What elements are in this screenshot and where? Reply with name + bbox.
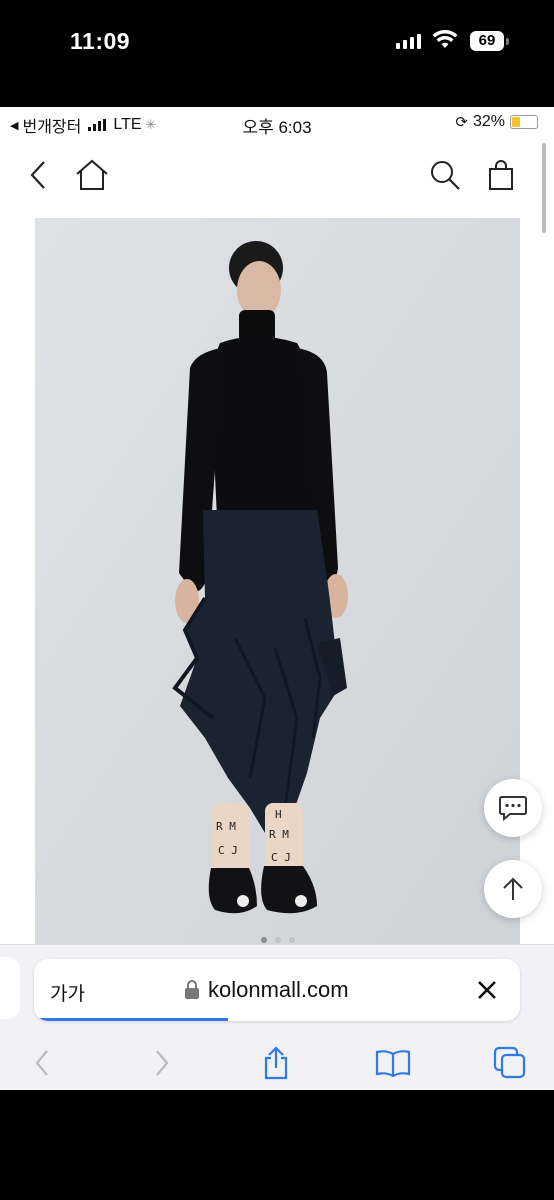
battery-cap: [506, 38, 509, 45]
svg-text:H: H: [275, 808, 282, 821]
address-bar[interactable]: 가가 kolonmall.com: [34, 959, 520, 1021]
tabs-button[interactable]: [490, 1045, 530, 1081]
outer-status-bar: 11:09 69: [0, 0, 554, 107]
battery-indicator: 69: [470, 31, 504, 51]
cart-button[interactable]: [481, 155, 521, 195]
shopping-bag-icon: [489, 160, 513, 190]
inner-battery-icon: [510, 115, 538, 129]
text-size-button[interactable]: 가가: [50, 979, 85, 1006]
product-image[interactable]: R M C J H R M C J: [35, 218, 520, 951]
forward-nav-button[interactable]: [142, 1045, 182, 1081]
share-button[interactable]: [256, 1045, 296, 1081]
outer-clock: 11:09: [70, 28, 131, 54]
home-button[interactable]: [72, 155, 112, 195]
forward-icon: [156, 1050, 169, 1076]
orientation-lock-icon: ⟳: [455, 114, 468, 131]
wifi-icon: [432, 30, 458, 48]
bookmarks-button[interactable]: [373, 1045, 413, 1081]
search-icon: [431, 161, 460, 190]
arrow-up-icon: [503, 877, 523, 900]
page-load-progress: [34, 1018, 229, 1021]
bookmarks-icon: [375, 1050, 411, 1077]
inner-status-bar: ◀ 번개장터 LTE ✳ 오후 6:03 ⟳ 32%: [0, 107, 554, 139]
url-text[interactable]: kolonmall.com: [208, 977, 349, 1003]
lock-icon: [185, 980, 199, 999]
cellular-signal-icon: [396, 33, 421, 49]
tabs-icon: [493, 1046, 526, 1079]
model-figure-illustration: R M C J H R M C J: [35, 218, 520, 951]
back-icon: [35, 1050, 48, 1076]
carousel-indicator[interactable]: [35, 937, 520, 943]
browser-toolbar: [0, 1037, 554, 1087]
svg-text:R M: R M: [269, 828, 289, 841]
share-icon: [264, 1046, 288, 1080]
svg-text:C J: C J: [271, 851, 291, 864]
chat-icon: [499, 796, 527, 822]
svg-text:R M: R M: [216, 820, 236, 833]
chat-button[interactable]: [484, 779, 542, 837]
carousel-dot[interactable]: [274, 937, 281, 943]
embedded-screenshot: ◀ 번개장터 LTE ✳ 오후 6:03 ⟳ 32% R M C J H R M…: [0, 107, 554, 1090]
carousel-dot[interactable]: [260, 937, 267, 943]
site-header: [0, 145, 554, 205]
inner-battery-percent: 32%: [472, 113, 505, 130]
back-nav-button[interactable]: [22, 1045, 62, 1081]
home-icon: [76, 159, 108, 190]
scroll-top-button[interactable]: [484, 860, 542, 918]
back-button[interactable]: [18, 155, 58, 195]
previous-tab-preview[interactable]: [0, 957, 20, 1019]
search-button[interactable]: [425, 155, 465, 195]
close-icon[interactable]: [472, 975, 502, 1005]
page-scrollbar[interactable]: [542, 143, 546, 233]
svg-text:C J: C J: [218, 844, 238, 857]
carousel-dot[interactable]: [288, 937, 295, 943]
browser-bottom-bar: 가가 kolonmall.com: [0, 944, 554, 1090]
chevron-left-icon: [30, 161, 45, 189]
